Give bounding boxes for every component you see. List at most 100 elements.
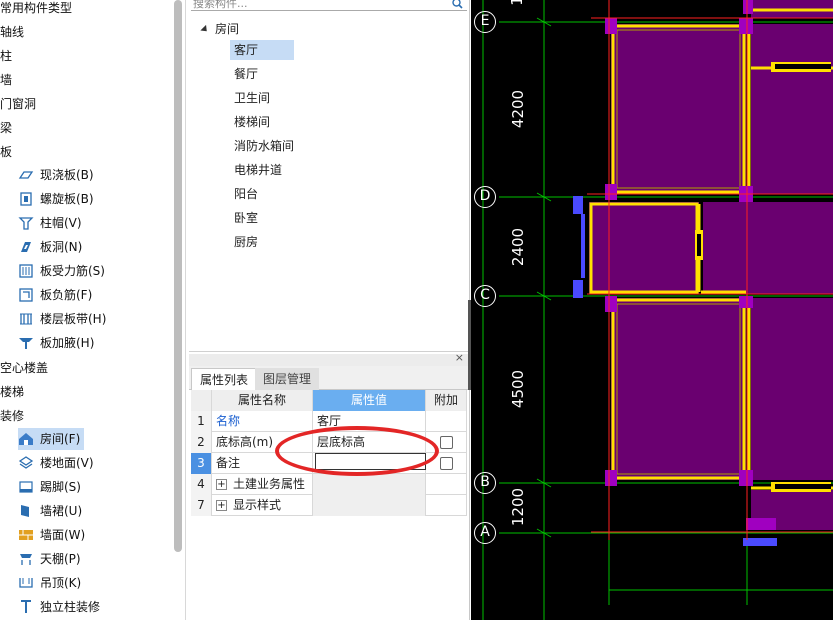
dimension-text: 4200 — [509, 89, 527, 129]
nav-door-window[interactable]: 门窗洞 — [0, 94, 36, 114]
search-input[interactable]: 搜索构件... — [191, 0, 467, 11]
nav-wall[interactable]: 墙 — [0, 70, 12, 90]
tree-item[interactable]: 电梯井道 — [230, 160, 286, 180]
nav-label: 板受力筋(S) — [40, 264, 105, 278]
nav-skirting[interactable]: 踢脚(S) — [18, 476, 81, 498]
nav-label: 吊顶(K) — [40, 576, 82, 590]
table-row[interactable]: 4 + 土建业务属性 — [191, 474, 467, 495]
dimension-text: 1200 — [509, 487, 527, 527]
nav-hollow-floor[interactable]: 空心楼盖 — [0, 358, 48, 378]
nav-slab-rebar[interactable]: 板受力筋(S) — [18, 260, 105, 282]
row-name: 土建业务属性 — [233, 477, 306, 491]
axis-label-C: C — [474, 285, 496, 307]
nav-common-types[interactable]: 常用构件类型 — [0, 0, 72, 18]
nav-floor-strip[interactable]: 楼层板带(H) — [18, 308, 106, 330]
tab-layer-management[interactable]: 图层管理 — [255, 368, 320, 390]
nav-label: 现浇板(B) — [40, 168, 94, 182]
tree-item[interactable]: 卫生间 — [230, 88, 274, 108]
component-nav-tree: 常用构件类型 轴线 柱 墙 门窗洞 梁 板 现浇板(B) 螺旋板(B) 柱帽(V… — [0, 0, 186, 620]
nav-negative-rebar[interactable]: 板负筋(F) — [18, 284, 92, 306]
nav-column-decoration[interactable]: 独立柱装修 — [18, 596, 100, 618]
dimension-text-partial: 1 — [508, 0, 526, 6]
skirting-icon — [18, 479, 34, 495]
row-value[interactable]: 层底标高 — [313, 432, 426, 453]
slab-icon — [18, 167, 34, 183]
tree-root-room[interactable]: 房间 — [200, 20, 240, 38]
nav-slab-haunch[interactable]: 板加腋(H) — [18, 332, 94, 354]
nav-room[interactable]: 房间(F) — [18, 428, 85, 450]
slab-rebar-icon — [18, 263, 34, 279]
tree-item[interactable]: 楼梯间 — [230, 112, 274, 132]
nav-label: 板加腋(H) — [40, 336, 95, 350]
nav-beam[interactable]: 梁 — [0, 118, 12, 138]
nav-cast-slab[interactable]: 现浇板(B) — [18, 164, 94, 186]
nav-label: 墙裙(U) — [40, 504, 83, 518]
component-tree: 房间 客厅 餐厅 卫生间 楼梯间 消防水箱间 电梯井道 阳台 卧室 厨房 — [189, 14, 468, 352]
nav-slab[interactable]: 板 — [0, 142, 12, 162]
nav-decoration[interactable]: 装修 — [0, 406, 24, 426]
expand-plus-icon[interactable]: + — [216, 500, 227, 511]
nav-floor-finish[interactable]: 楼地面(V) — [18, 452, 94, 474]
table-row[interactable]: 7 + 显示样式 — [191, 495, 467, 516]
nav-label: 天棚(P) — [40, 552, 81, 566]
props-tabs: 属性列表 图层管理 — [189, 366, 468, 390]
tree-item[interactable]: 消防水箱间 — [230, 136, 298, 156]
axis-label-E: E — [474, 11, 496, 33]
nav-spiral-slab[interactable]: 螺旋板(B) — [18, 188, 94, 210]
row-name: 显示样式 — [233, 498, 282, 512]
nav-label: 柱帽(V) — [40, 216, 82, 230]
nav-axis[interactable]: 轴线 — [0, 22, 24, 42]
dimension-text: 2400 — [509, 227, 527, 267]
nav-wall-surface[interactable]: 墙面(W) — [18, 524, 85, 546]
header-name: 属性名称 — [212, 390, 313, 411]
expand-arrow-icon[interactable] — [200, 24, 210, 34]
axis-label-D: D — [474, 186, 496, 208]
tree-root-label: 房间 — [215, 22, 240, 36]
nav-scrollbar[interactable] — [174, 0, 182, 552]
nav-column-cap[interactable]: 柱帽(V) — [18, 212, 82, 234]
tree-item[interactable]: 阳台 — [230, 184, 262, 204]
row-value — [313, 474, 426, 495]
row-num: 4 — [191, 474, 212, 495]
header-extra: 附加 — [426, 390, 467, 411]
suspended-ceiling-icon — [18, 575, 34, 591]
nav-label: 独立柱装修 — [40, 600, 101, 614]
row-name: 备注 — [212, 453, 313, 474]
dimension-text: 4500 — [509, 369, 527, 409]
row-extra — [426, 495, 467, 516]
nav-dado[interactable]: 墙裙(U) — [18, 500, 82, 522]
nav-slab-hole[interactable]: 板洞(N) — [18, 236, 82, 258]
nav-label: 楼地面(V) — [40, 456, 94, 470]
nav-stairs[interactable]: 楼梯 — [0, 382, 24, 402]
table-row[interactable]: 2 底标高(m) 层底标高 — [191, 432, 467, 453]
nav-suspended-ceiling[interactable]: 吊顶(K) — [18, 572, 81, 594]
tree-item[interactable]: 餐厅 — [230, 64, 262, 84]
row-name-group[interactable]: + 显示样式 — [212, 495, 313, 516]
column-deco-icon — [18, 599, 34, 615]
tree-item[interactable]: 客厅 — [230, 40, 294, 60]
attach-checkbox[interactable] — [439, 457, 453, 470]
expand-plus-icon[interactable]: + — [216, 479, 227, 490]
row-extra — [426, 432, 467, 453]
tree-item[interactable]: 卧室 — [230, 208, 262, 228]
table-header: 属性名称 属性值 附加 — [191, 390, 467, 411]
nav-ceiling[interactable]: 天棚(P) — [18, 548, 81, 570]
close-icon[interactable]: × — [455, 351, 464, 364]
axis-label-A: A — [474, 522, 496, 544]
axis-label-B: B — [474, 472, 496, 494]
nav-label: 墙面(W) — [40, 528, 86, 542]
tree-item[interactable]: 厨房 — [230, 232, 262, 252]
row-num: 1 — [191, 411, 212, 432]
row-value[interactable]: 客厅 — [313, 411, 426, 432]
drawing-canvas[interactable]: E D C B A 4200 2400 4500 1200 1 — [471, 0, 833, 620]
tab-property-list[interactable]: 属性列表 — [191, 368, 258, 390]
spiral-slab-icon — [18, 191, 34, 207]
nav-column[interactable]: 柱 — [0, 46, 12, 66]
nav-label: 踢脚(S) — [40, 480, 81, 494]
table-row[interactable]: 1 名称 客厅 — [191, 411, 467, 432]
slab-haunch-icon — [18, 335, 34, 351]
search-icon[interactable] — [452, 0, 463, 9]
attach-checkbox[interactable] — [439, 436, 453, 449]
remark-edit-field[interactable] — [315, 453, 426, 470]
row-name-group[interactable]: + 土建业务属性 — [212, 474, 313, 495]
